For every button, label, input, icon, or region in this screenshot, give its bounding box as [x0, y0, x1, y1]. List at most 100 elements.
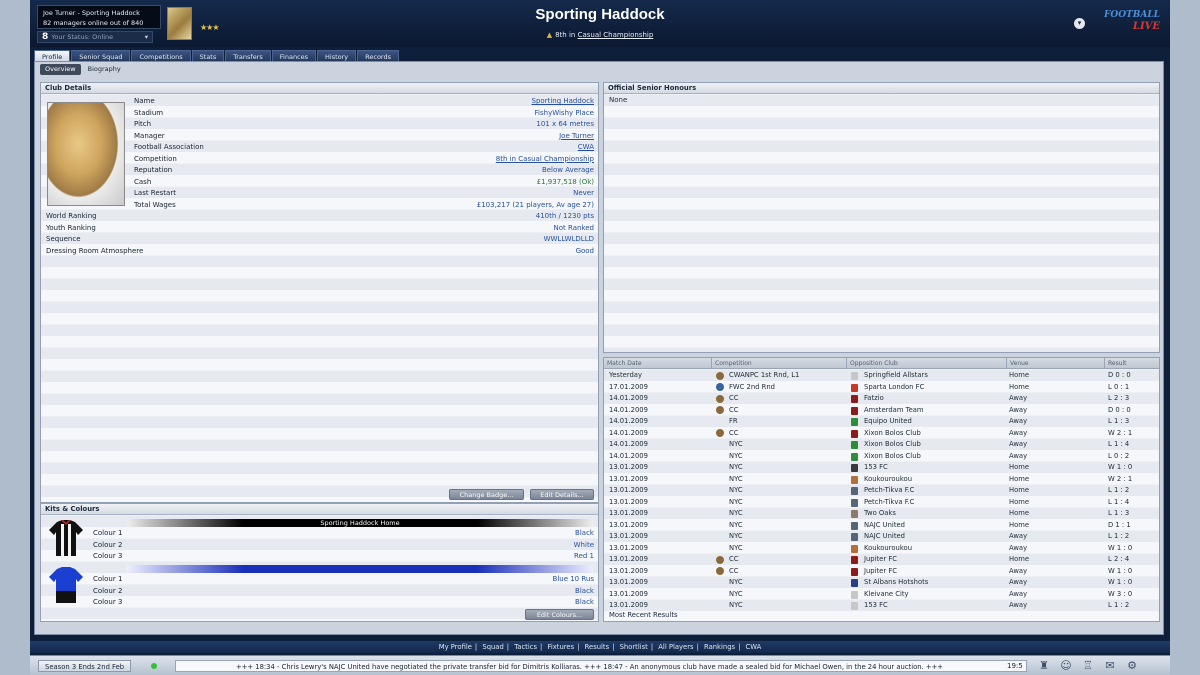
result-row[interactable]: 14.01.2009 NYC Xixon Bolos Club Away L 1 : 4	[604, 439, 1159, 451]
result-row[interactable]: 13.01.2009 NYC NAJC United Away L 1 : 2	[604, 531, 1159, 543]
nav-results[interactable]: Results	[585, 643, 610, 651]
result-row[interactable]: 13.01.2009 CC Jupiter FC Away W 1 : 0	[604, 566, 1159, 578]
nav-cwa[interactable]: CWA	[746, 643, 762, 651]
result-row[interactable]: 14.01.2009 CC Amsterdam Team Away D 0 : 0	[604, 405, 1159, 417]
settings-icon[interactable]: ⚙	[1124, 658, 1140, 674]
result-opposition[interactable]: St Albans Hotshots	[864, 577, 928, 589]
col-venue[interactable]: Venue	[1006, 358, 1029, 369]
nav-shortlist[interactable]: Shortlist	[620, 643, 648, 651]
result-row[interactable]: 13.01.2009 NYC Koukouroukou Away W 1 : 0	[604, 543, 1159, 555]
result-row[interactable]: 13.01.2009 NYC Petch-Tikva F.C Home L 1 : 2	[604, 485, 1159, 497]
nav-tactics[interactable]: Tactics	[514, 643, 537, 651]
colour-row[interactable]: Colour 3 Black	[93, 597, 594, 609]
result-opposition[interactable]: 153 FC	[864, 462, 888, 474]
result-row[interactable]: 13.01.2009 NYC St Albans Hotshots Away W 1 :…	[604, 577, 1159, 589]
change-badge-button[interactable]: Change Badge...	[449, 489, 524, 500]
nav-my-profile[interactable]: My Profile	[439, 643, 472, 651]
col-opposition[interactable]: Opposition Club	[846, 358, 898, 369]
result-row[interactable]: 14.01.2009 CC Xixon Bolos Club Away W 2 : 1	[604, 428, 1159, 440]
result-score[interactable]: D 0 : 0	[1108, 405, 1131, 417]
result-opposition[interactable]: Xixon Bolos Club	[864, 451, 921, 463]
result-score[interactable]: L 1 : 2	[1108, 531, 1129, 543]
colour-row[interactable]: Colour 1 Black	[93, 528, 594, 540]
colour-row[interactable]: Colour 1 Blue 10 Rus	[93, 574, 594, 586]
result-opposition[interactable]: Two Oaks	[864, 508, 896, 520]
result-competition[interactable]: NYC	[729, 474, 743, 486]
trophy-icon[interactable]: ♖	[1080, 658, 1096, 674]
result-score[interactable]: W 2 : 1	[1108, 474, 1132, 486]
result-opposition[interactable]: Jupiter FC	[864, 554, 897, 566]
result-opposition[interactable]: Springfield Allstars	[864, 370, 928, 382]
colour-row[interactable]: Colour 2 White	[93, 540, 594, 552]
nav-squad[interactable]: Squad	[482, 643, 503, 651]
col-result[interactable]: Result	[1104, 358, 1127, 369]
person-icon[interactable]: ☺	[1058, 658, 1074, 674]
result-competition[interactable]: CC	[729, 566, 739, 578]
result-score[interactable]: L 1 : 3	[1108, 416, 1129, 428]
mail-icon[interactable]: ✉	[1102, 658, 1118, 674]
result-opposition[interactable]: Koukouroukou	[864, 474, 912, 486]
result-opposition[interactable]: Petch-Tikva F.C	[864, 485, 914, 497]
result-score[interactable]: D 1 : 1	[1108, 520, 1131, 532]
result-row[interactable]: 13.01.2009 NYC NAJC United Home D 1 : 1	[604, 520, 1159, 532]
result-competition[interactable]: CC	[729, 393, 739, 405]
result-row[interactable]: 13.01.2009 NYC Petch-Tikva F.C Home L 1 : 4	[604, 497, 1159, 509]
result-competition[interactable]: NYC	[729, 485, 743, 497]
result-score[interactable]: L 1 : 2	[1108, 485, 1129, 497]
result-competition[interactable]: NYC	[729, 543, 743, 555]
result-competition[interactable]: NYC	[729, 577, 743, 589]
menu-dropdown-button[interactable]: ▾	[1074, 18, 1085, 29]
result-opposition[interactable]: NAJC United	[864, 520, 905, 532]
result-score[interactable]: W 2 : 1	[1108, 428, 1132, 440]
colour-row[interactable]: Colour 3 Red 1	[93, 551, 594, 563]
result-score[interactable]: L 1 : 3	[1108, 508, 1129, 520]
result-opposition[interactable]: Sparta London FC	[864, 382, 924, 394]
result-competition[interactable]: NYC	[729, 589, 743, 601]
result-row[interactable]: 13.01.2009 CC Jupiter FC Home L 2 : 4	[604, 554, 1159, 566]
result-opposition[interactable]: Equipo United	[864, 416, 912, 428]
nav-rankings[interactable]: Rankings	[704, 643, 735, 651]
detail-value[interactable]: 8th in Casual Championship	[496, 154, 594, 166]
detail-value[interactable]: CWA	[578, 142, 594, 154]
result-competition[interactable]: NYC	[729, 600, 743, 612]
nav-fixtures[interactable]: Fixtures	[547, 643, 574, 651]
result-row[interactable]: 14.01.2009 FR Equipo United Away L 1 : 3	[604, 416, 1159, 428]
result-score[interactable]: L 2 : 4	[1108, 554, 1129, 566]
detail-value[interactable]: Joe Turner	[559, 131, 594, 143]
result-opposition[interactable]: Xixon Bolos Club	[864, 428, 921, 440]
result-competition[interactable]: NYC	[729, 462, 743, 474]
result-opposition[interactable]: Petch-Tikva F.C	[864, 497, 914, 509]
result-row[interactable]: 14.01.2009 NYC Xixon Bolos Club Away L 0 : 2	[604, 451, 1159, 463]
season-indicator[interactable]: Season 3 Ends 2nd Feb	[38, 660, 132, 672]
result-row[interactable]: 13.01.2009 NYC 153 FC Home W 1 : 0	[604, 462, 1159, 474]
subtab-overview[interactable]: Overview	[40, 64, 81, 75]
result-score[interactable]: L 0 : 1	[1108, 382, 1129, 394]
result-competition[interactable]: CC	[729, 428, 739, 440]
result-row[interactable]: 14.01.2009 CC Fatzio Away L 2 : 3	[604, 393, 1159, 405]
result-opposition[interactable]: NAJC United	[864, 531, 905, 543]
colour-row[interactable]: Colour 2 Black	[93, 586, 594, 598]
result-opposition[interactable]: Amsterdam Team	[864, 405, 924, 417]
result-row[interactable]: 13.01.2009 NYC Kleivane City Away W 3 : 0	[604, 589, 1159, 601]
nav-all-players[interactable]: All Players	[658, 643, 693, 651]
result-row[interactable]: 13.01.2009 NYC Koukouroukou Home W 2 : 1	[604, 474, 1159, 486]
result-score[interactable]: W 1 : 0	[1108, 462, 1132, 474]
result-competition[interactable]: FR	[729, 416, 738, 428]
result-score[interactable]: L 1 : 2	[1108, 600, 1129, 612]
result-competition[interactable]: NYC	[729, 520, 743, 532]
scout-icon[interactable]: ♜	[1036, 658, 1052, 674]
result-score[interactable]: D 0 : 0	[1108, 370, 1131, 382]
detail-value[interactable]: Sporting Haddock	[532, 96, 594, 108]
result-competition[interactable]: CC	[729, 554, 739, 566]
col-competition[interactable]: Competition	[711, 358, 752, 369]
subtab-biography[interactable]: Biography	[83, 64, 126, 75]
result-score[interactable]: L 1 : 4	[1108, 497, 1129, 509]
result-score[interactable]: L 0 : 2	[1108, 451, 1129, 463]
result-score[interactable]: W 1 : 0	[1108, 577, 1132, 589]
league-link[interactable]: Casual Championship	[578, 31, 654, 39]
result-competition[interactable]: NYC	[729, 531, 743, 543]
result-opposition[interactable]: Jupiter FC	[864, 566, 897, 578]
result-competition[interactable]: FWC 2nd Rnd	[729, 382, 775, 394]
result-row[interactable]: 13.01.2009 NYC Two Oaks Home L 1 : 3	[604, 508, 1159, 520]
result-opposition[interactable]: Koukouroukou	[864, 543, 912, 555]
